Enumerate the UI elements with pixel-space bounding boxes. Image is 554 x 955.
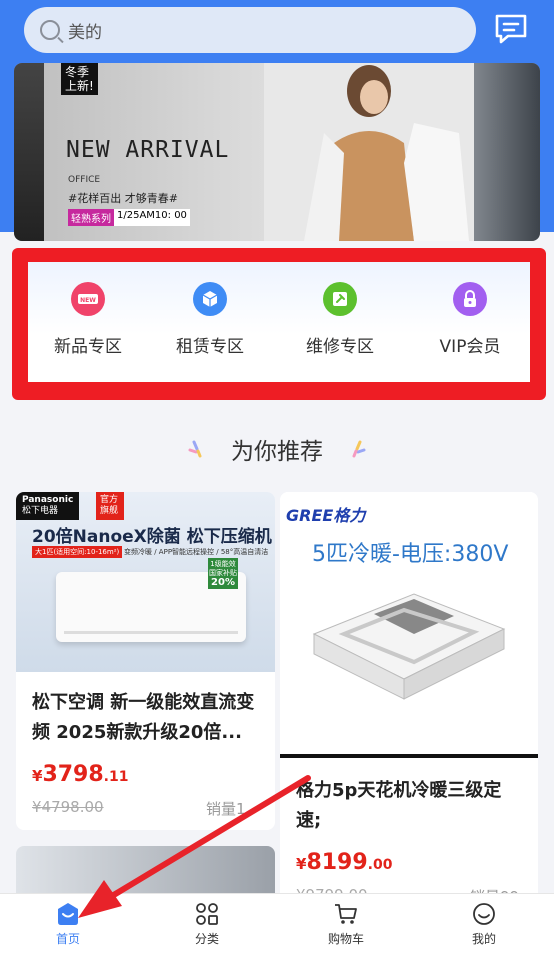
product-image: Panasonic 松下电器 官方旗舰 20倍NanoeX除菌 松下压缩机 大1匹… (16, 492, 275, 672)
tab-cart[interactable]: 购物车 (306, 902, 386, 947)
banner-series: 轻熟系列 1/25AM10: 00 (68, 209, 190, 226)
category-repair[interactable]: 维修专区 (280, 282, 400, 357)
hammer-icon (323, 282, 357, 316)
bottom-tab-bar: 首页 分类 购物车 我的 (0, 893, 554, 955)
recommend-title: 为你推荐 (231, 439, 323, 465)
box-icon (193, 282, 227, 316)
building-left-image (14, 63, 44, 241)
message-icon[interactable] (494, 13, 528, 45)
svg-text:NEW: NEW (80, 297, 96, 304)
room-size: 大1匹(适用空间:10-16m²) (32, 546, 123, 558)
product-card[interactable]: GREE格力 5匹冷暖-电压:380V 格力5p天花机冷暖三级定速; ¥8199… (280, 492, 538, 912)
banner-tag: 冬季 上新! (61, 63, 98, 95)
efficiency-badge: 1级能效 国家补贴 20% (208, 558, 238, 589)
category-new[interactable]: NEW 新品专区 (28, 282, 148, 357)
product-headline: 20倍NanoeX除菌 松下压缩机 (32, 527, 272, 547)
new-icon: NEW (71, 282, 105, 316)
tab-home[interactable]: 首页 (28, 902, 108, 947)
search-input[interactable]: 美的 (24, 7, 476, 53)
category-panel: NEW 新品专区 租赁专区 维修专区 VIP会员 (28, 262, 530, 382)
product-card[interactable]: Panasonic 松下电器 官方旗舰 20倍NanoeX除菌 松下压缩机 大1匹… (16, 492, 275, 830)
model-image (264, 63, 474, 241)
brand-logo: GREE格力 (286, 506, 366, 525)
product-price: ¥3798.11 (32, 762, 129, 787)
product-subline: 变频冷暖 / APP智能远程操控 / 58°高温自清洁 (124, 548, 269, 556)
ceiling-unit-image (312, 593, 506, 700)
product-name: 格力5p天花机冷暖三级定速; (296, 780, 502, 831)
search-icon (40, 20, 60, 40)
promo-banner[interactable]: 冬季 上新! NEW ARRIVAL OFFICE #花样百出 才够青春# 轻熟系… (14, 63, 540, 241)
banner-title: NEW ARRIVAL (66, 137, 230, 163)
official-badge: 官方旗舰 (96, 492, 124, 520)
product-price: ¥8199.00 (296, 850, 393, 875)
banner-slogan: #花样百出 才够青春# (68, 192, 178, 205)
product-image: GREE格力 5匹冷暖-电压:380V (280, 492, 538, 754)
sales-count: 销量1 (206, 800, 246, 818)
search-query: 美的 (68, 22, 102, 43)
tab-category[interactable]: 分类 (167, 902, 247, 947)
grid-icon (196, 903, 218, 925)
smile-icon (473, 903, 495, 925)
tab-profile[interactable]: 我的 (444, 902, 524, 947)
category-rental[interactable]: 租赁专区 (150, 282, 270, 357)
sparkle-icon (352, 440, 366, 458)
product-headline: 5匹冷暖-电压:380V (312, 542, 509, 567)
brand-logo: Panasonic 松下电器 (16, 492, 80, 520)
banner-subtitle: OFFICE (68, 175, 101, 185)
category-highlight: NEW 新品专区 租赁专区 维修专区 VIP会员 (12, 248, 546, 400)
lock-icon (453, 282, 487, 316)
original-price: ¥4798.00 (32, 798, 104, 816)
product-name: 松下空调 新一级能效直流变频 2025新款升级20倍... (32, 692, 255, 743)
cart-icon (335, 904, 357, 924)
category-vip[interactable]: VIP会员 (410, 282, 530, 357)
home-icon (58, 903, 78, 925)
